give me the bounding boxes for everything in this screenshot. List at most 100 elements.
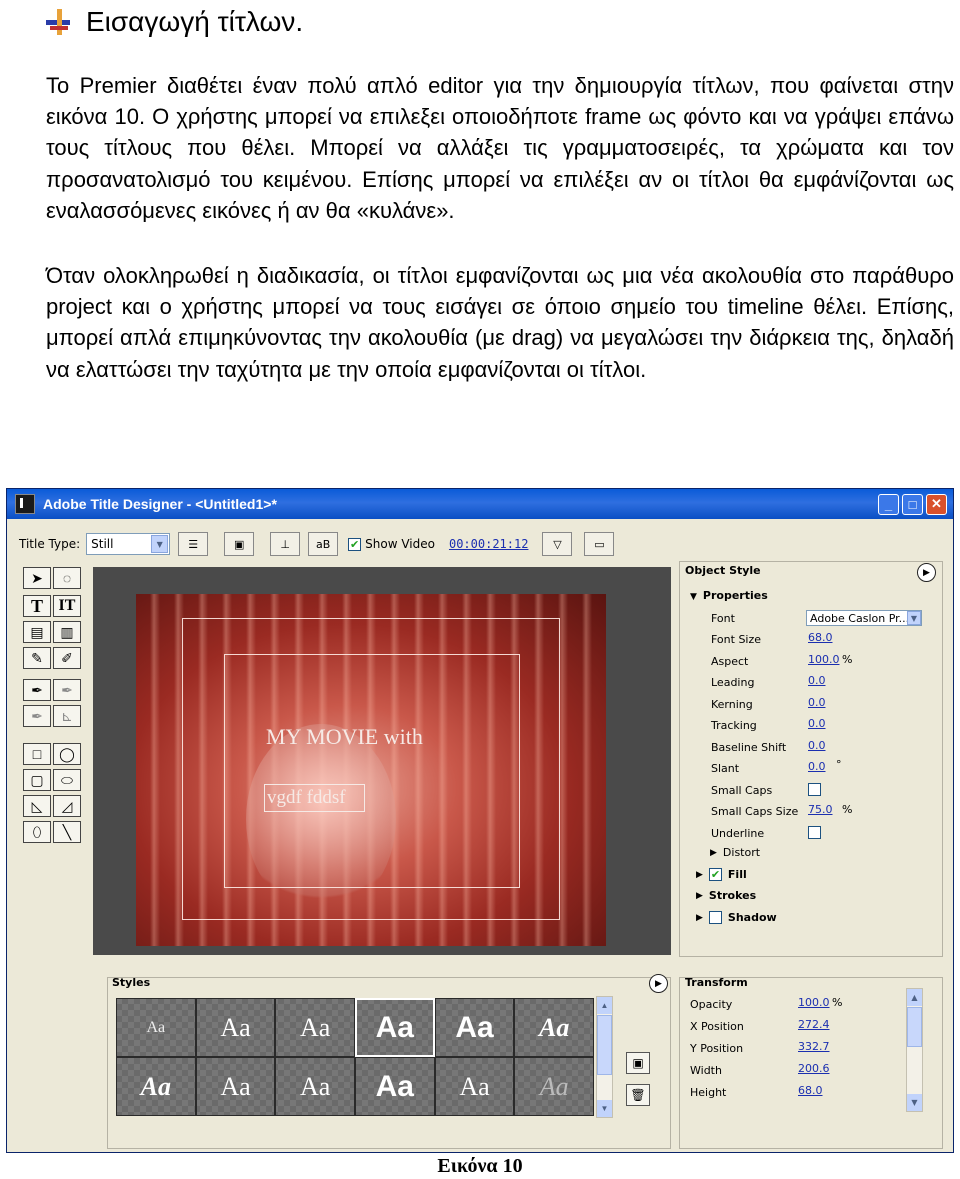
figure-caption: Εικόνα 10 (437, 1155, 523, 1177)
title-type-select[interactable]: Still ▼ (86, 533, 171, 555)
style-swatch[interactable]: Aa (275, 1057, 355, 1116)
style-swatch[interactable]: Aa (195, 1057, 276, 1116)
shadow-checkbox[interactable] (708, 911, 722, 924)
close-button[interactable]: ✕ (926, 493, 947, 515)
styles-label: Styles (112, 976, 151, 989)
aspect-value[interactable]: 100.0 (808, 653, 840, 666)
rounded-rectangle-tool-icon[interactable]: ◯ (53, 743, 81, 765)
rectangle-tool-icon[interactable]: □ (23, 743, 51, 765)
font-size-value[interactable]: 68.0 (808, 631, 833, 644)
safe-area-button[interactable]: ▭ (584, 532, 615, 556)
style-swatch[interactable]: Aa (434, 1057, 515, 1116)
delete-anchor-tool-icon[interactable]: ✒ (23, 705, 51, 727)
style-swatch[interactable]: Aa (116, 998, 196, 1057)
roll-crawl-options-button[interactable]: ☰ (178, 532, 209, 556)
scroll-thumb[interactable] (907, 1007, 922, 1047)
text-baseline-button[interactable]: aB (308, 532, 339, 556)
distort-section[interactable]: ▶ Distort (710, 846, 760, 859)
slant-value[interactable]: 0.0 (808, 760, 826, 773)
transform-panel: Transform Opacity 100.0 % X Position 272… (679, 976, 943, 1149)
add-anchor-tool-icon[interactable]: ✒ (53, 679, 81, 701)
fill-checkbox[interactable]: ✔ (708, 868, 722, 881)
path-type-tool-icon[interactable]: ✎ (23, 647, 51, 669)
baseline-shift-value[interactable]: 0.0 (808, 739, 826, 752)
expand-triangle-icon: ▶ (696, 890, 703, 901)
style-swatch[interactable]: Aa (514, 998, 594, 1057)
vertical-type-tool-icon[interactable]: IT (53, 595, 81, 617)
style-swatch[interactable]: Aa (116, 1057, 196, 1116)
chevron-down-icon[interactable]: ▼ (907, 611, 921, 625)
small-caps-size-value[interactable]: 75.0 (808, 803, 833, 816)
underline-checkbox[interactable] (808, 826, 821, 839)
style-swatch[interactable]: Aa (195, 998, 276, 1057)
sync-marker-button[interactable]: ▽ (542, 532, 573, 556)
templates-button[interactable]: ▣ (224, 532, 255, 556)
style-swatch[interactable]: Aa (354, 998, 435, 1057)
selection-tool-icon[interactable]: ➤ (23, 567, 51, 589)
styles-scrollbar[interactable]: ▲ ▼ (596, 996, 613, 1118)
opacity-value[interactable]: 100.0 (798, 996, 830, 1009)
pen-tool-icon[interactable]: ✒ (23, 679, 51, 701)
vertical-path-type-tool-icon[interactable]: ✐ (53, 647, 81, 669)
small-caps-checkbox[interactable] (808, 783, 821, 796)
tracking-value[interactable]: 0.0 (808, 717, 826, 730)
timecode[interactable]: 00:00:21:12 (449, 537, 528, 551)
scroll-down-icon[interactable]: ▼ (597, 1100, 612, 1117)
rotation-tool-icon[interactable]: ◌ (53, 567, 81, 589)
window-titlebar[interactable]: Adobe Title Designer - <Untitled1>* _ □ … (7, 489, 953, 519)
y-position-value[interactable]: 332.7 (798, 1040, 830, 1053)
ellipse-tool-icon[interactable]: ⬯ (23, 821, 51, 843)
prop-name: Tracking (711, 718, 757, 732)
transform-name: Height (690, 1085, 727, 1099)
clipped-rectangle-tool-icon[interactable]: ▢ (23, 769, 51, 791)
minimize-button[interactable]: _ (878, 493, 899, 515)
shadow-section[interactable]: ▶ Shadow (696, 911, 777, 924)
style-swatch[interactable]: Aa (434, 998, 515, 1057)
type-tool-icon[interactable]: T (23, 595, 51, 617)
title-designer-window: Adobe Title Designer - <Untitled1>* _ □ … (6, 488, 954, 1153)
scroll-up-icon[interactable]: ▲ (597, 997, 612, 1014)
scroll-up-icon[interactable]: ▲ (907, 989, 922, 1006)
property-small-caps-size: Small Caps Size (711, 803, 798, 819)
scroll-down-icon[interactable]: ▼ (907, 1094, 922, 1111)
font-select[interactable]: Adobe Caslon Pr... ▼ (806, 610, 922, 626)
properties-section[interactable]: ▼ Properties (690, 589, 768, 602)
prop-name: Kerning (711, 697, 753, 711)
prop-name: Font Size (711, 632, 762, 646)
styles-menu-icon[interactable]: ▶ (649, 974, 668, 993)
x-position-value[interactable]: 272.4 (798, 1018, 830, 1031)
show-video-checkbox[interactable]: ✔ (348, 537, 362, 551)
trash-icon[interactable]: 🗑 (626, 1084, 650, 1106)
transform-scrollbar[interactable]: ▲ ▼ (906, 988, 923, 1112)
fill-section[interactable]: ▶ ✔ Fill (696, 868, 747, 881)
maximize-button[interactable]: □ (902, 493, 923, 515)
kerning-value[interactable]: 0.0 (808, 696, 826, 709)
vertical-area-type-tool-icon[interactable]: ▥ (53, 621, 81, 643)
tab-stops-button[interactable]: ⊥ (270, 532, 301, 556)
width-value[interactable]: 200.6 (798, 1062, 830, 1075)
prop-name: Underline (711, 826, 765, 840)
style-swatch[interactable]: Aa (275, 998, 355, 1057)
strokes-section[interactable]: ▶ Strokes (696, 889, 756, 902)
new-style-icon[interactable]: ▣ (626, 1052, 650, 1074)
prop-name: Aspect (711, 654, 749, 668)
arc-tool-icon[interactable]: ◿ (53, 795, 81, 817)
area-type-tool-icon[interactable]: ▤ (23, 621, 51, 643)
drawing-area[interactable]: MY MOVIE with vgdf fddsf (93, 567, 671, 955)
wedge-tool-icon[interactable]: ◺ (23, 795, 51, 817)
style-swatch[interactable]: Aa (354, 1057, 435, 1116)
line-tool-icon[interactable]: ╲ (53, 821, 81, 843)
chevron-down-icon[interactable]: ▼ (151, 535, 169, 553)
panel-menu-icon[interactable]: ▶ (917, 563, 936, 582)
title-text-line-2[interactable]: vgdf fddsf (264, 784, 365, 812)
rounded-corner-tool-icon[interactable]: ⬭ (53, 769, 81, 791)
font-value: Adobe Caslon Pr... (810, 611, 910, 625)
distort-label: Distort (722, 846, 761, 859)
style-swatch[interactable]: Aa (514, 1057, 594, 1116)
leading-value[interactable]: 0.0 (808, 674, 826, 687)
scroll-thumb[interactable] (597, 1015, 612, 1075)
height-value[interactable]: 68.0 (798, 1084, 823, 1097)
convert-anchor-tool-icon[interactable]: ⊾ (53, 705, 81, 727)
title-text-line-1[interactable]: MY MOVIE with (266, 724, 423, 750)
transform-width: Width (690, 1062, 722, 1078)
